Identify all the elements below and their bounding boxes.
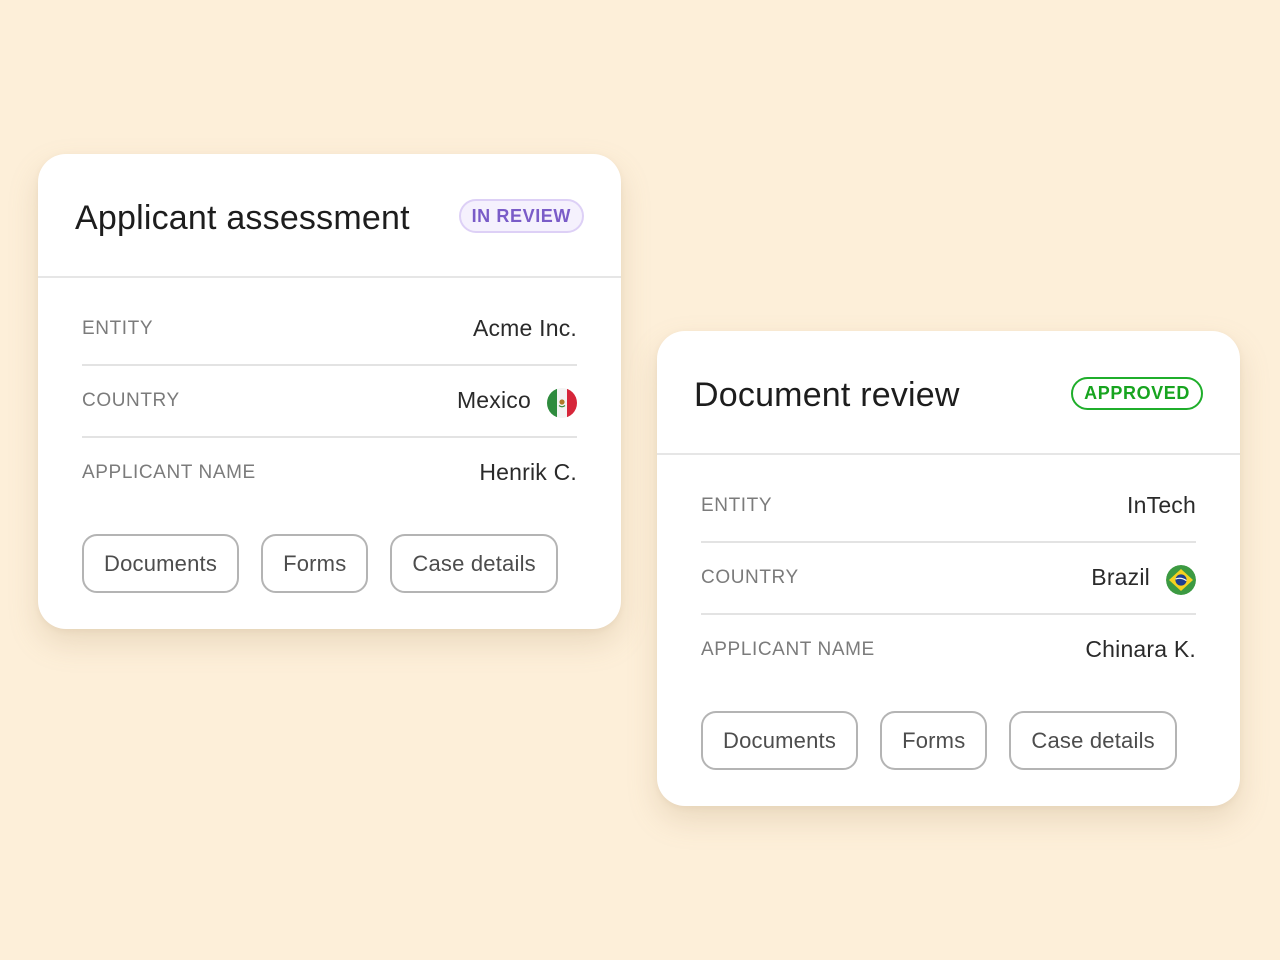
detail-row-country: COUNTRY Brazil (701, 543, 1196, 615)
row-value: Brazil (1091, 564, 1150, 590)
documents-button[interactable]: Documents (82, 534, 240, 593)
applicant-assessment-card: Applicant assessment IN REVIEW ENTITY Ac… (38, 154, 621, 629)
card-title: Applicant assessment (75, 199, 410, 237)
card-header: Applicant assessment IN REVIEW (38, 154, 621, 278)
case-details-button[interactable]: Case details (390, 534, 558, 593)
card-actions: Documents Forms Case details (701, 711, 1199, 770)
detail-row-entity: ENTITY InTech (701, 471, 1196, 543)
row-label: COUNTRY (82, 390, 180, 411)
detail-row-country: COUNTRY Mexico (82, 366, 577, 438)
mexico-flag-icon (547, 388, 577, 418)
row-value: Chinara K. (1085, 636, 1196, 662)
card-title: Document review (694, 376, 960, 414)
row-value: InTech (1127, 492, 1196, 518)
document-review-card: Document review APPROVED ENTITY InTech C… (657, 331, 1240, 806)
card-header: Document review APPROVED (657, 331, 1240, 455)
row-value: Henrik C. (479, 459, 577, 485)
row-label: ENTITY (82, 318, 154, 339)
details-list: ENTITY Acme Inc. COUNTRY Mexico APPLICAN… (82, 294, 577, 510)
brazil-flag-icon (1166, 565, 1196, 595)
case-details-button[interactable]: Case details (1009, 711, 1177, 770)
row-value: Acme Inc. (472, 315, 577, 341)
row-label: APPLICANT NAME (701, 639, 875, 660)
card-actions: Documents Forms Case details (82, 534, 580, 593)
details-list: ENTITY InTech COUNTRY Brazil APPLICANT N… (701, 471, 1196, 687)
detail-row-applicant-name: APPLICANT NAME Chinara K. (701, 615, 1196, 687)
row-label: APPLICANT NAME (82, 462, 256, 483)
row-value: Mexico (456, 387, 531, 413)
status-badge: IN REVIEW (458, 199, 584, 233)
status-badge: APPROVED (1071, 377, 1203, 410)
forms-button[interactable]: Forms (880, 711, 988, 770)
detail-row-entity: ENTITY Acme Inc. (82, 294, 577, 366)
forms-button[interactable]: Forms (261, 534, 369, 593)
documents-button[interactable]: Documents (701, 711, 859, 770)
row-label: ENTITY (701, 495, 773, 516)
detail-row-applicant-name: APPLICANT NAME Henrik C. (82, 438, 577, 510)
row-label: COUNTRY (701, 567, 799, 588)
